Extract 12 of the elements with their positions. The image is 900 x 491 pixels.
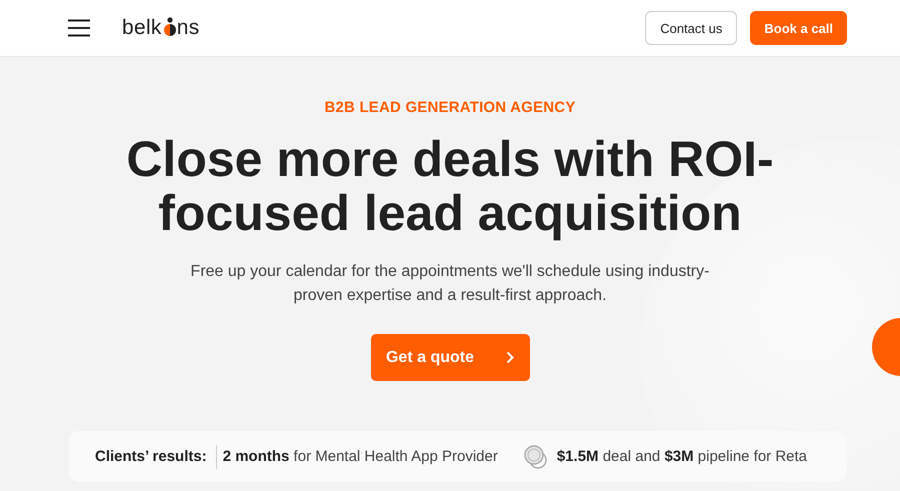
eyebrow-text: B2B LEAD GENERATION AGENCY [324, 99, 576, 116]
logo[interactable]: belk ns [122, 16, 200, 40]
hero-title: Close more deals with ROI-focused lead acquisition [125, 132, 775, 240]
chevron-right-icon [506, 351, 514, 364]
person-figure-icon [162, 17, 176, 37]
coin-icon [524, 444, 548, 468]
result-text: 2 months for Mental Health App Provider [222, 448, 498, 465]
results-label: Clients’ results: [95, 448, 207, 465]
contact-button[interactable]: Contact us [645, 11, 738, 45]
hero-subtitle: Free up your calendar for the appointments we'll schedule using industry-proven expertise and a result-first approach. [190, 262, 710, 306]
menu-icon[interactable] [68, 19, 90, 37]
result-text: $1.5M deal and $3M pipeline for Reta [556, 448, 808, 465]
